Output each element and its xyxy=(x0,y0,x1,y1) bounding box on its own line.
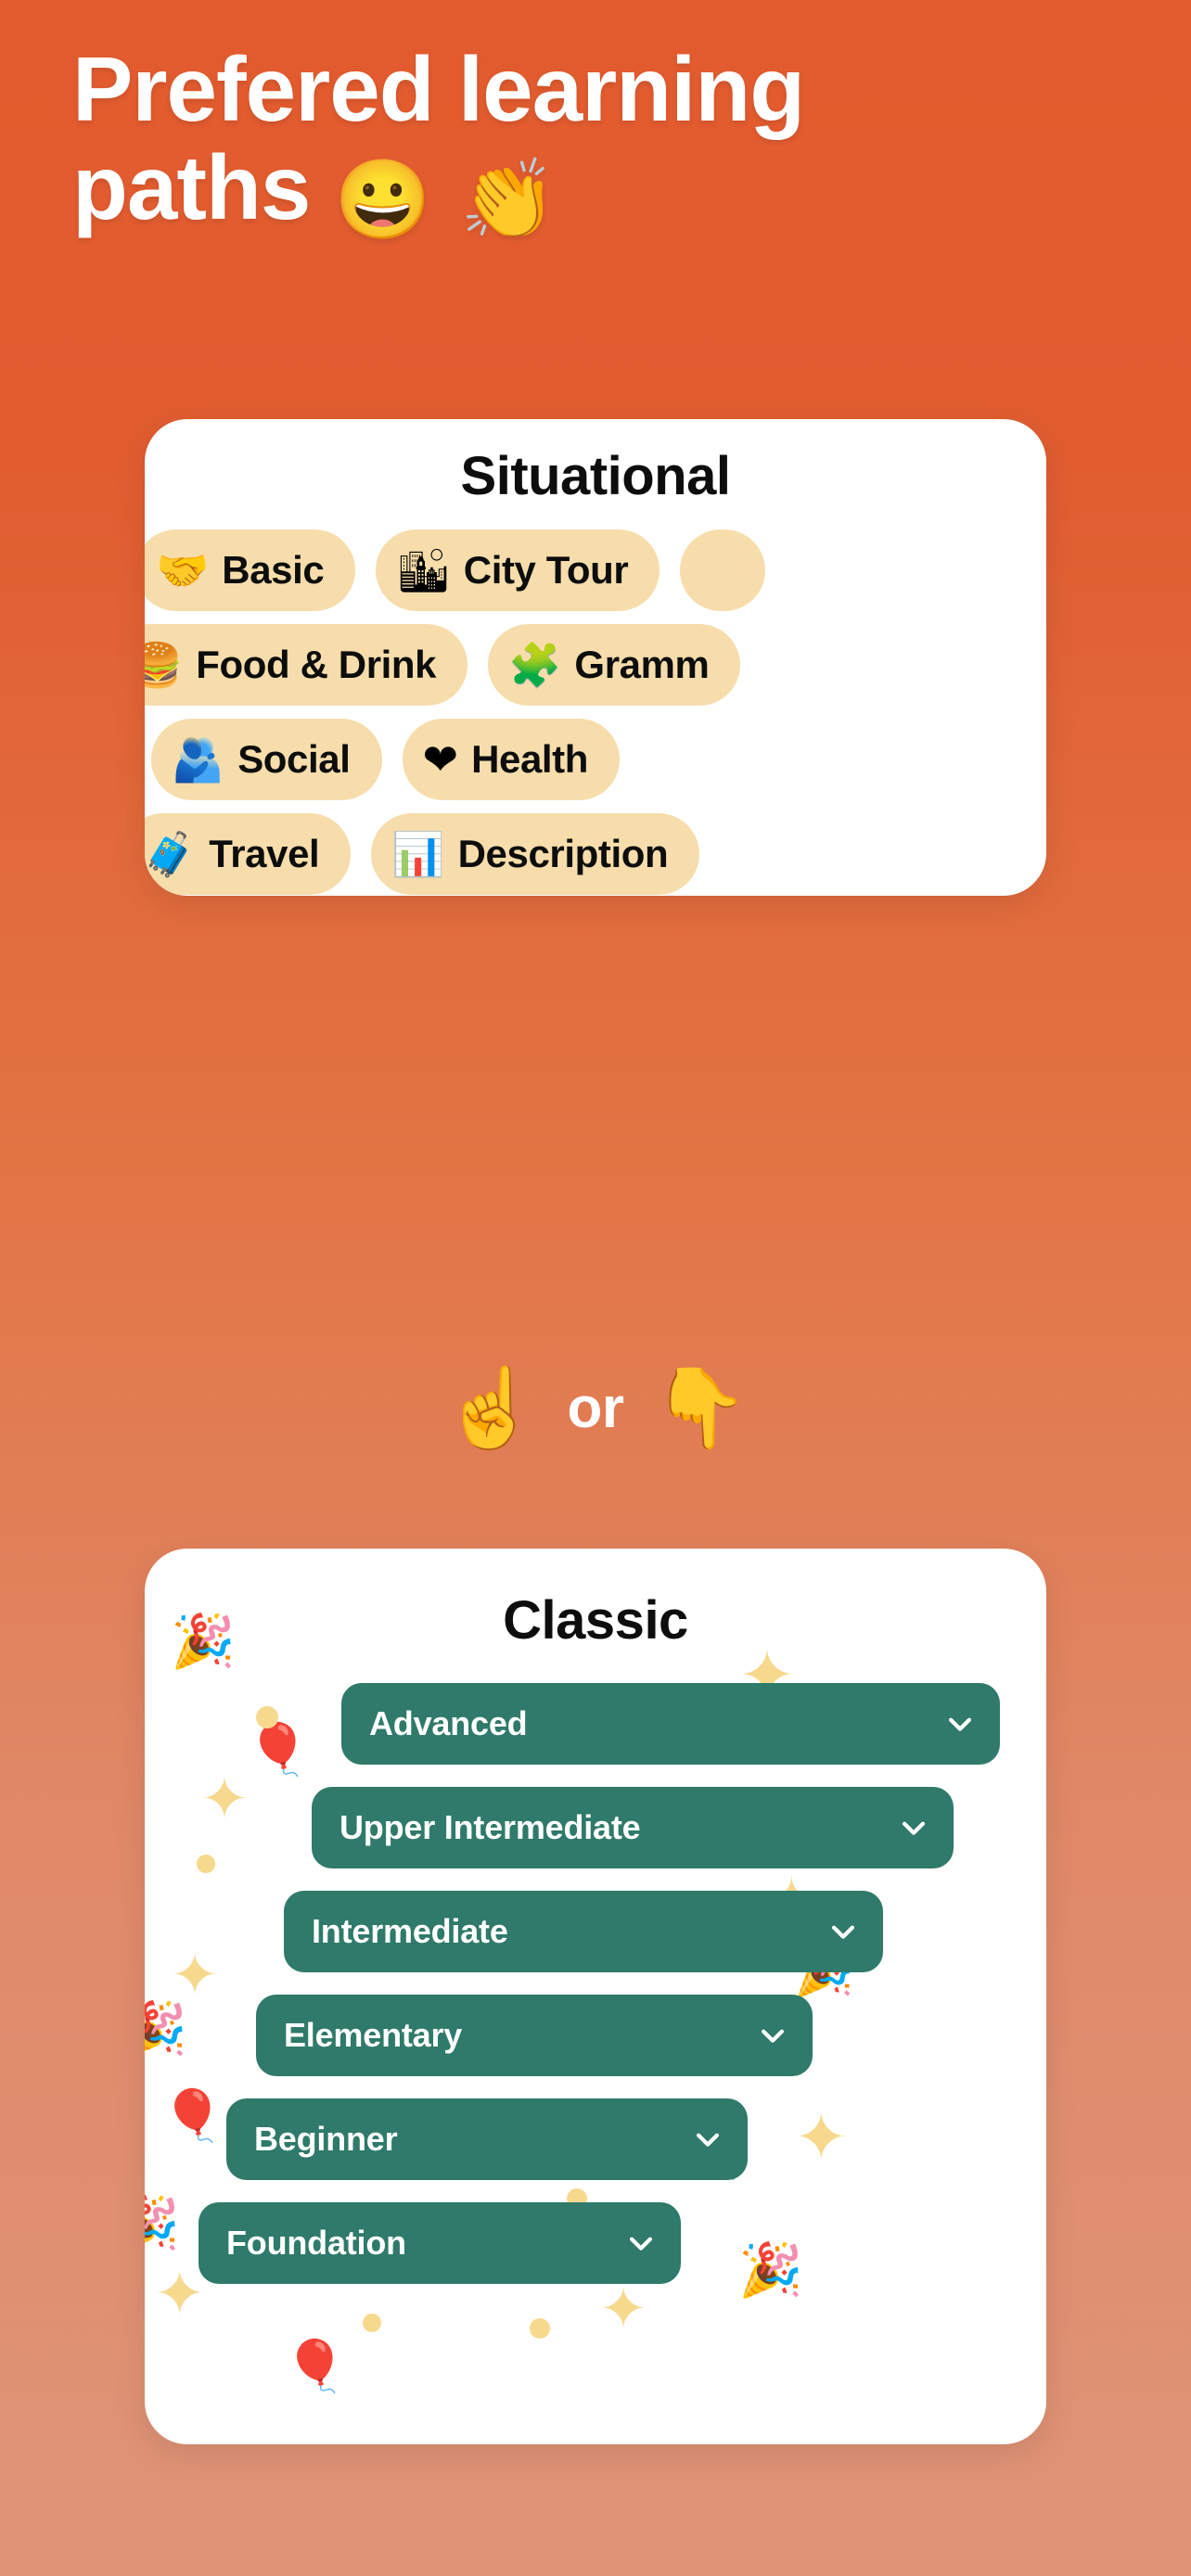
tag-label: Social xyxy=(237,737,351,781)
tag-label: Gramm xyxy=(574,643,710,686)
classic-card-title: Classic xyxy=(503,1590,688,1651)
level-select-label: Beginner xyxy=(254,2120,398,2158)
page-header: Prefered learning paths 😀 👏 xyxy=(0,0,1067,242)
tag-food-drink[interactable]: 🍔 Food & Drink xyxy=(145,624,468,706)
sparkle-icon: ✦ xyxy=(599,2277,647,2341)
chevron-down-icon[interactable] xyxy=(625,2227,657,2259)
handshake-icon: 🤝 xyxy=(156,546,210,594)
level-select-intermediate[interactable]: Intermediate xyxy=(284,1891,883,1972)
heart-icon: ❤ xyxy=(422,735,459,784)
tag-label: Health xyxy=(471,737,589,781)
tag-row: 🧳 Travel 📊 Description xyxy=(145,811,1046,896)
or-label: or xyxy=(567,1375,625,1440)
level-select-advanced[interactable]: Advanced xyxy=(341,1683,1000,1765)
chevron-down-icon[interactable] xyxy=(757,2020,788,2051)
level-select-elementary[interactable]: Elementary xyxy=(256,1995,813,2076)
pointing-down-hand-icon: 👇 xyxy=(651,1364,749,1451)
tag-description[interactable]: 📊 Description xyxy=(371,813,700,895)
chevron-down-icon[interactable] xyxy=(944,1708,976,1740)
situational-card-title: Situational xyxy=(460,446,731,506)
balloon-icon: 🎈 xyxy=(284,2339,347,2394)
chevron-down-icon[interactable] xyxy=(827,1916,859,1947)
level-select-foundation[interactable]: Foundation xyxy=(198,2202,681,2284)
tag-health[interactable]: ❤ Health xyxy=(402,719,621,800)
situational-card: Situational 🤝 Basic 🏙 City Tour 🍔 Food & Drin… xyxy=(145,419,1046,896)
people-icon: 🫂 xyxy=(171,735,225,784)
page-title-line-2: paths xyxy=(72,135,311,238)
chevron-down-icon[interactable] xyxy=(898,1812,929,1843)
level-select-upper-intermediate[interactable]: Upper Intermediate xyxy=(312,1787,954,1868)
luggage-icon: 🧳 xyxy=(145,830,197,878)
tag-label: Description xyxy=(457,832,669,875)
presenter-icon: 📊 xyxy=(391,830,445,878)
level-select-beginner[interactable]: Beginner xyxy=(226,2098,748,2180)
clapping-hands-icon: 👏 xyxy=(459,155,561,243)
tag-row: 🤝 Basic 🏙 City Tour xyxy=(145,528,1046,613)
tag-gramm[interactable]: 🧩 Gramm xyxy=(488,624,741,706)
city-icon: 🏙 xyxy=(396,546,451,594)
page-title: Prefered learning paths 😀 👏 xyxy=(72,38,1067,243)
tag-city-tour[interactable]: 🏙 City Tour xyxy=(376,529,660,611)
classic-level-list: Advanced Upper Intermediate Intermediate El… xyxy=(145,1683,1046,2284)
puzzle-icon: 🧩 xyxy=(508,641,562,689)
level-select-label: Intermediate xyxy=(312,1912,508,1950)
chevron-down-icon[interactable] xyxy=(692,2123,724,2155)
level-select-label: Foundation xyxy=(226,2224,406,2262)
grinning-face-icon: 😀 xyxy=(334,155,436,243)
confetti-dot xyxy=(363,2314,381,2332)
tag-travel[interactable]: 🧳 Travel xyxy=(145,813,352,895)
tag-label: Basic xyxy=(222,548,325,592)
pointing-up-hand-icon: ☝ xyxy=(442,1364,540,1451)
tag-social[interactable]: 🫂 Social xyxy=(150,719,382,800)
level-select-label: Advanced xyxy=(369,1704,528,1742)
page-title-line-1: Prefered learning xyxy=(72,38,805,140)
confetti-dot xyxy=(530,2318,550,2339)
level-select-label: Elementary xyxy=(284,2016,463,2054)
tag-label: Travel xyxy=(209,832,320,875)
tag-row: 🍔 Food & Drink 🧩 Gramm xyxy=(145,622,1046,708)
tag-basic[interactable]: 🤝 Basic xyxy=(145,529,356,611)
level-select-label: Upper Intermediate xyxy=(339,1808,641,1846)
situational-tag-list: 🤝Basic🏙City Tour🍔Food & Drink🧩Grammer🫂So… xyxy=(145,528,1046,896)
tag-row: er🫂Social❤Health xyxy=(145,717,1046,802)
burger-icon: 🍔 xyxy=(145,641,184,689)
tag-label: City Tour xyxy=(463,548,629,592)
or-divider: ☝ or 👇 xyxy=(0,1369,1191,1447)
tag-clipped[interactable] xyxy=(680,529,766,611)
classic-card: 🎉🎉🎉🎉🎉🎈🎈🎈🎈✦✦✦✦✦✦✦ Classic AdvancedUpper I… xyxy=(145,1549,1046,2444)
tag-label: Food & Drink xyxy=(196,643,437,686)
